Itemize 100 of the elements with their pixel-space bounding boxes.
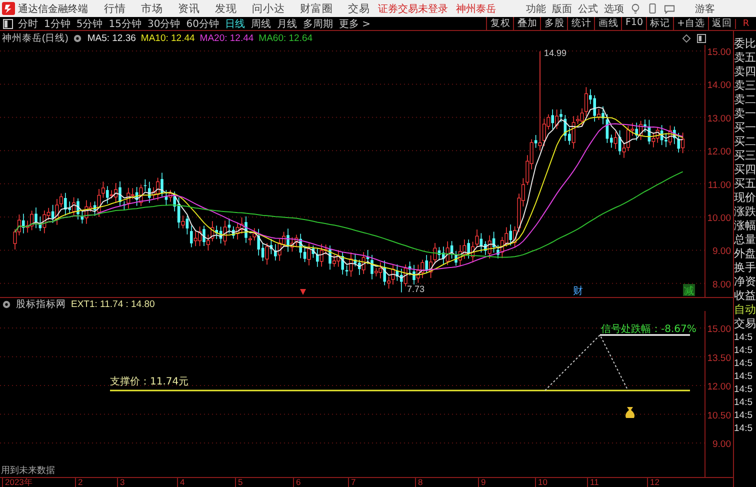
user-label[interactable]: 游客 — [695, 2, 715, 16]
indicator-axis-label: 9.00 — [712, 439, 731, 450]
menu-item[interactable]: 公式 — [578, 2, 598, 16]
mode-label[interactable]: 自动 — [734, 303, 756, 317]
trade-time: 14:5 — [734, 331, 754, 344]
price-axis-label: 8.00 — [712, 279, 731, 290]
quote-label: 买四 — [734, 163, 756, 177]
date-axis-label: 2 — [75, 477, 83, 487]
phone-icon[interactable] — [647, 3, 658, 14]
event-marker-icon — [300, 289, 306, 295]
price-axis-label: 12.00 — [707, 146, 731, 158]
menu-item[interactable]: 财富圈 — [300, 2, 333, 16]
corner-mark: R — [735, 18, 756, 28]
period-tab[interactable]: 周线 — [250, 16, 271, 30]
toolbar-button[interactable]: 叠加 — [513, 17, 540, 30]
date-axis-label: 12 — [647, 477, 660, 487]
future-data-note: 用到未来数据 — [1, 466, 55, 476]
menu-item[interactable]: 发现 — [215, 2, 237, 16]
quote-label: 换手 — [734, 261, 756, 275]
chart-marker: 财 — [573, 286, 583, 297]
trade-time: 14:5 — [734, 370, 754, 383]
quote-label: 卖三 — [734, 79, 756, 93]
money-bag-icon — [625, 407, 635, 418]
trade-time: 14:5 — [734, 344, 754, 357]
quote-label: 买五 — [734, 177, 756, 191]
chart-title: 神州泰岳(日线) — [2, 32, 68, 44]
price-axis-label: 13.00 — [707, 113, 731, 124]
toolbar-button[interactable]: F10 — [621, 17, 646, 30]
period-tab[interactable]: 多周期 — [302, 16, 333, 30]
trade-time: 14:5 — [734, 422, 754, 435]
period-tab[interactable]: 分时 — [18, 16, 38, 30]
price-axis-label: 9.00 — [712, 246, 731, 258]
low-price-label: 7.73 — [407, 284, 425, 294]
indicator-axis-label: 12.00 — [707, 382, 731, 392]
period-tab[interactable]: 15分钟 — [108, 16, 142, 30]
trade-time: 14:5 — [734, 396, 754, 409]
moving-average-label: MA60: 12.64 — [258, 32, 313, 44]
bulb-icon[interactable] — [630, 3, 641, 14]
quote-label: 买一 — [734, 121, 756, 135]
date-axis-label: 4 — [177, 477, 185, 487]
trade-time: 14:5 — [734, 357, 754, 370]
moving-average-label: MA20: 12.44 — [200, 32, 254, 44]
date-axis-label: 11 — [587, 477, 599, 487]
window-icon[interactable] — [697, 34, 706, 43]
quote-label: 卖二 — [734, 93, 756, 107]
moving-average-label: MA5: 12.36 — [87, 32, 136, 44]
panel-toggle-icon[interactable] — [3, 18, 13, 28]
period-tab[interactable]: 60分钟 — [186, 16, 219, 30]
signal-drop-label: 信号处跌幅：-8.67% — [601, 324, 696, 335]
toolbar-button[interactable]: 标记 — [646, 17, 674, 30]
period-tab[interactable]: 日线 — [224, 16, 245, 30]
quote-label: 委比 — [734, 37, 756, 51]
menu-item[interactable]: 行情 — [104, 2, 126, 16]
stock-name: 神州泰岳 — [456, 2, 496, 16]
price-axis-label: 10.00 — [707, 213, 731, 224]
period-tab[interactable]: 30分钟 — [147, 16, 180, 30]
quote-label: 买二 — [734, 135, 756, 149]
menu-item[interactable]: 交易 — [348, 2, 370, 16]
toolbar-button[interactable]: 画线 — [594, 17, 622, 30]
toolbar-button[interactable]: +自选 — [673, 17, 708, 30]
indicator-axis-label: 10.50 — [707, 410, 731, 422]
chart-marker: 减 — [684, 286, 694, 297]
quote-label: 卖四 — [734, 65, 756, 79]
quote-label: 涨幅 — [734, 219, 756, 233]
toolbar-button[interactable]: 复权 — [486, 17, 514, 30]
date-axis-label: 2023年 — [2, 477, 33, 487]
gear-icon[interactable] — [2, 300, 11, 309]
toolbar-button[interactable]: 统计 — [567, 17, 594, 30]
period-tab[interactable]: 更多 > — [338, 16, 371, 30]
login-status[interactable]: 证券交易未登录 — [378, 2, 448, 16]
menu-item[interactable]: 版面 — [552, 2, 572, 16]
date-axis-label: 5 — [235, 477, 243, 487]
indicator-values: EXT1: 11.74 : 14.80 — [71, 299, 155, 310]
quote-label: 现价 — [734, 191, 756, 205]
date-axis-label: 9 — [478, 477, 486, 487]
price-axis-label: 11.00 — [708, 180, 731, 191]
toolbar-button[interactable]: 多股 — [540, 17, 568, 30]
quote-label: 涨跌 — [734, 205, 756, 219]
menu-item[interactable]: 资讯 — [178, 2, 200, 16]
message-icon[interactable] — [664, 3, 675, 14]
moving-average-label: MA10: 12.44 — [140, 32, 195, 44]
trade-time: 14:5 — [734, 383, 754, 396]
quote-label: 净资 — [734, 275, 756, 289]
date-axis-label: 6 — [293, 477, 301, 487]
indicator-axis-label: 13.50 — [707, 352, 731, 364]
quote-label: 卖五 — [734, 51, 756, 65]
diamond-icon[interactable] — [682, 34, 691, 43]
quote-label: 外盘 — [734, 247, 756, 261]
menu-item[interactable]: 功能 — [526, 2, 546, 16]
menu-item[interactable]: 市场 — [141, 2, 163, 16]
high-price-label: 14.99 — [544, 48, 567, 58]
period-tab[interactable]: 1分钟 — [44, 16, 70, 30]
indicator-title: 股标指标网 — [16, 298, 66, 311]
quote-label: 卖一 — [734, 107, 756, 121]
gear-icon[interactable] — [73, 34, 82, 42]
toolbar-button[interactable]: 返回 — [708, 17, 735, 30]
menu-item[interactable]: 问小达 — [252, 2, 285, 16]
period-tab[interactable]: 月线 — [276, 16, 297, 30]
menu-item[interactable]: 选项 — [604, 2, 624, 16]
period-tab[interactable]: 5分钟 — [76, 16, 103, 30]
